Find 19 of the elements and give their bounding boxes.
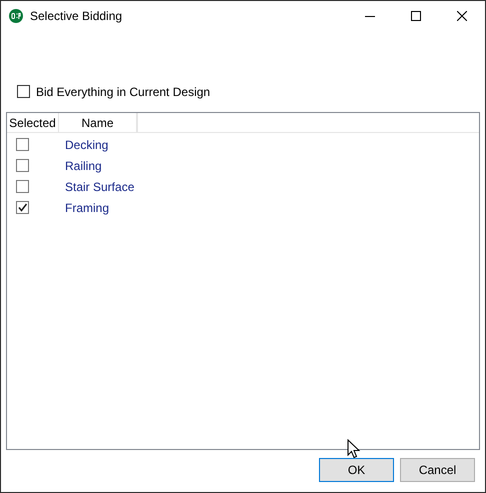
cancel-button[interactable]: Cancel bbox=[400, 458, 475, 482]
table-cell: Framing bbox=[65, 200, 110, 214]
table-cell: Railing bbox=[65, 158, 102, 172]
column-header[interactable]: Selected bbox=[7, 113, 59, 132]
maximize-icon bbox=[411, 11, 421, 21]
checkbox[interactable] bbox=[16, 180, 29, 193]
column-header[interactable]: Name bbox=[59, 113, 137, 132]
table-cell: Stair Surface bbox=[65, 180, 134, 194]
ok-button[interactable]: OK bbox=[319, 458, 394, 482]
checkbox[interactable] bbox=[16, 159, 29, 172]
checkbox[interactable] bbox=[16, 201, 29, 214]
checkbox-label: Bid Everything in Current Design bbox=[36, 84, 210, 98]
table-cell: Decking bbox=[65, 138, 108, 152]
checkbox[interactable] bbox=[16, 138, 29, 151]
window-title: Selective Bidding bbox=[30, 9, 122, 23]
checkbox[interactable] bbox=[17, 85, 30, 98]
cursor-icon bbox=[347, 439, 361, 459]
app-icon bbox=[9, 9, 23, 23]
close-icon bbox=[457, 11, 467, 21]
